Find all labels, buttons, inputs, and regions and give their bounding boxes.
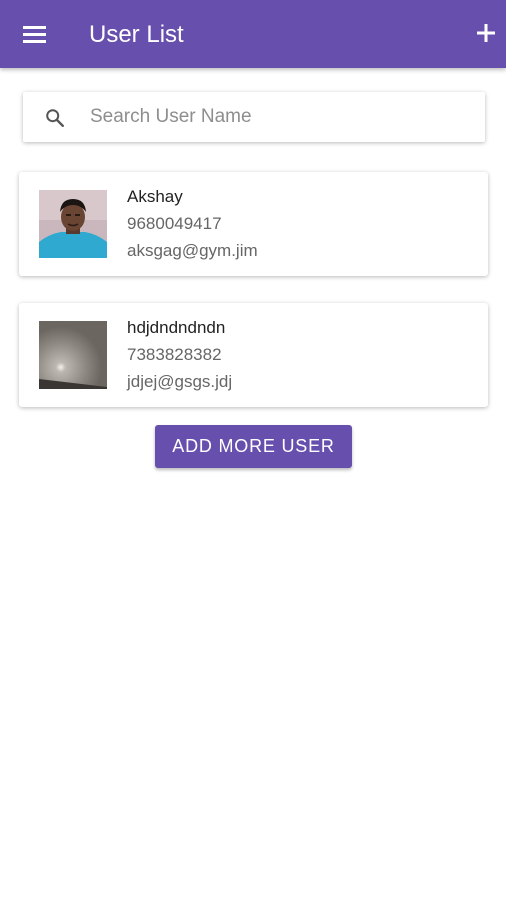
user-name: Akshay (127, 187, 183, 206)
app-bar: User List (0, 0, 506, 68)
user-avatar (39, 190, 107, 258)
plus-icon[interactable] (475, 22, 497, 44)
user-phone: 7383828382 (127, 345, 222, 364)
search-icon (46, 109, 64, 127)
search-input[interactable] (90, 92, 470, 142)
user-email: jdjej@gsgs.jdj (127, 372, 233, 391)
page-title: User List (89, 21, 184, 48)
user-card[interactable]: Akshay 9680049417 aksgag@gym.jim (19, 172, 488, 276)
user-name: hdjdndndndn (127, 318, 226, 337)
user-email: aksgag@gym.jim (127, 241, 258, 260)
user-details: Akshay 9680049417 aksgag@gym.jim (127, 186, 258, 262)
hamburger-menu-icon[interactable] (23, 26, 46, 43)
user-card[interactable]: hdjdndndndn 7383828382 jdjej@gsgs.jdj (19, 303, 488, 407)
user-avatar (39, 321, 107, 389)
user-details: hdjdndndndn 7383828382 jdjej@gsgs.jdj (127, 317, 232, 393)
user-phone: 9680049417 (127, 214, 222, 233)
search-bar (23, 92, 485, 142)
add-more-user-button[interactable]: ADD MORE USER (155, 425, 352, 468)
